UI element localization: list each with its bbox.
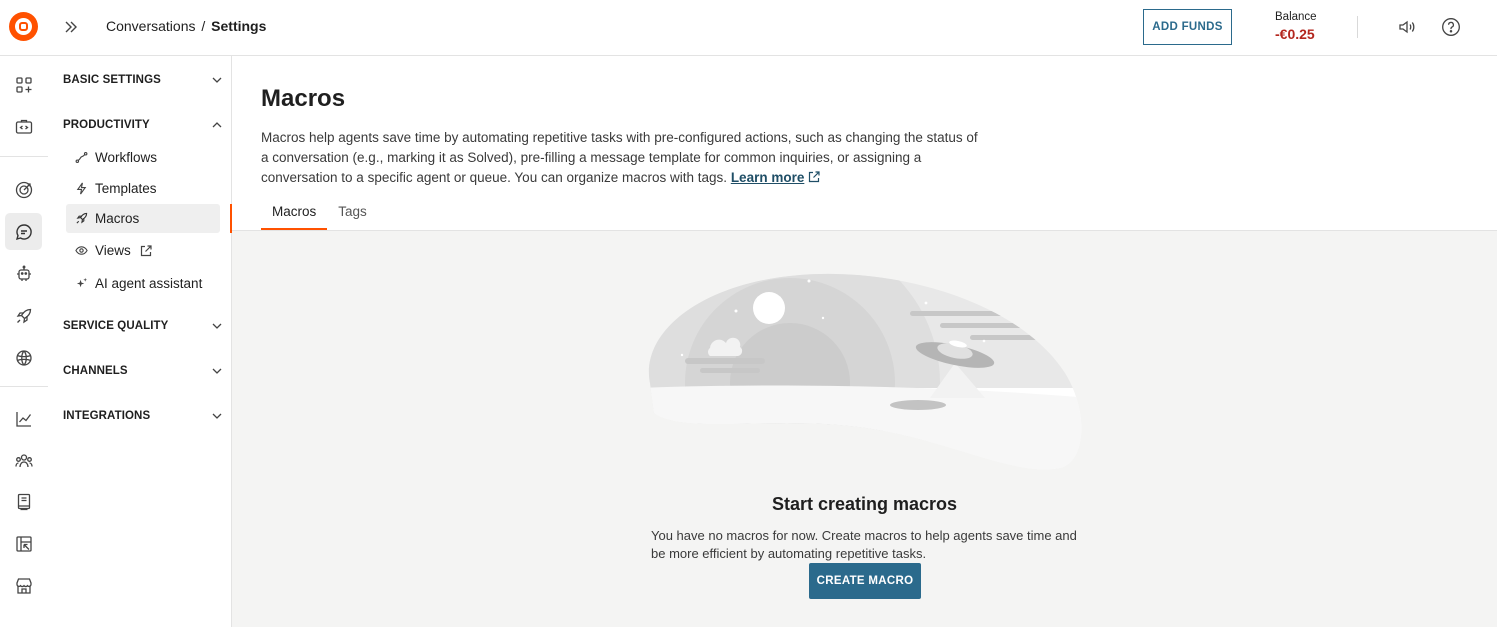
nav-section-label: SERVICE QUALITY xyxy=(63,320,169,332)
tab-macros[interactable]: Macros xyxy=(261,202,328,230)
notebook-icon[interactable] xyxy=(5,483,42,520)
nav-section-service-quality[interactable]: SERVICE QUALITY xyxy=(63,316,223,336)
create-macro-button[interactable]: CREATE MACRO xyxy=(809,563,921,599)
rail-divider xyxy=(0,386,48,387)
empty-state-title: Start creating macros xyxy=(771,494,958,514)
eye-icon xyxy=(74,244,88,258)
contacts-icon[interactable] xyxy=(5,442,42,479)
nav-section-productivity[interactable]: PRODUCTIVITY xyxy=(63,115,223,135)
balance-widget: Balance -€0.25 xyxy=(1275,11,1317,42)
empty-state-illustration xyxy=(640,263,1089,477)
help-icon[interactable] xyxy=(1441,17,1461,37)
balance-label: Balance xyxy=(1275,11,1317,23)
tab-bar: Macros Tags xyxy=(261,202,378,230)
nav-item-workflows[interactable]: Workflows xyxy=(66,143,220,172)
ai-icon[interactable] xyxy=(5,339,42,376)
divider xyxy=(1357,16,1358,38)
breadcrumb-separator: / xyxy=(201,18,206,34)
developer-icon[interactable] xyxy=(5,108,42,145)
page-title: Macros xyxy=(261,85,346,112)
nav-section-basic-settings[interactable]: BASIC SETTINGS xyxy=(63,70,223,90)
breadcrumb-current: Settings xyxy=(211,18,267,34)
analytics-icon[interactable] xyxy=(5,400,42,437)
workflow-icon xyxy=(74,151,88,165)
nav-item-label: Views xyxy=(95,243,131,258)
chevron-down-icon xyxy=(212,413,222,419)
nav-item-label: Workflows xyxy=(95,150,158,165)
nav-section-label: PRODUCTIVITY xyxy=(63,119,150,131)
settings-nav: BASIC SETTINGS PRODUCTIVITY Workflows Te… xyxy=(48,56,232,627)
empty-state-description: You have no macros for now. Create macro… xyxy=(651,528,1077,561)
speaker-icon[interactable] xyxy=(1397,17,1417,37)
rocket-icon[interactable] xyxy=(5,297,42,334)
tab-tags[interactable]: Tags xyxy=(327,202,378,230)
top-bar: Conversations / Settings ADD FUNDS Balan… xyxy=(0,0,1497,56)
apps-add-icon[interactable] xyxy=(5,66,42,103)
breadcrumb-parent[interactable]: Conversations xyxy=(106,18,196,34)
app-logo[interactable] xyxy=(9,12,38,41)
chevron-down-icon xyxy=(212,368,222,374)
nav-item-ai-agent-assistant[interactable]: AI agent assistant xyxy=(66,269,220,298)
nav-section-label: INTEGRATIONS xyxy=(63,410,151,422)
nav-section-label: CHANNELS xyxy=(63,365,128,377)
breadcrumb: Conversations / Settings xyxy=(106,18,266,34)
reports-icon[interactable] xyxy=(5,525,42,562)
nav-section-integrations[interactable]: INTEGRATIONS xyxy=(63,406,223,426)
sparkle-icon xyxy=(74,277,88,291)
learn-more-link[interactable]: Learn more xyxy=(731,170,805,185)
expand-sidebar-icon[interactable] xyxy=(62,18,80,36)
lightning-icon xyxy=(74,182,88,196)
nav-item-templates[interactable]: Templates xyxy=(66,174,220,203)
rail-divider xyxy=(0,156,48,157)
nav-section-channels[interactable]: CHANNELS xyxy=(63,361,223,381)
external-link-icon xyxy=(140,244,152,256)
nav-item-macros[interactable]: Macros xyxy=(66,204,220,233)
balance-value: -€0.25 xyxy=(1275,26,1315,42)
target-icon[interactable] xyxy=(5,171,42,208)
nav-item-label: Macros xyxy=(95,211,140,226)
page-description: Macros help agents save time by automati… xyxy=(261,128,981,188)
nav-item-label: Templates xyxy=(95,181,157,196)
description-text: Macros help agents save time by automati… xyxy=(261,130,978,185)
main-content: Macros Macros help agents save time by a… xyxy=(232,56,1497,627)
empty-state-panel: Start creating macros You have no macros… xyxy=(232,230,1497,627)
nav-item-views[interactable]: Views xyxy=(66,236,220,265)
chat-icon[interactable] xyxy=(5,213,42,250)
chevron-down-icon xyxy=(212,77,222,83)
external-link-icon[interactable] xyxy=(807,170,821,184)
nav-item-label: AI agent assistant xyxy=(95,276,203,291)
add-funds-button[interactable]: ADD FUNDS xyxy=(1143,9,1232,45)
chevron-down-icon xyxy=(212,323,222,329)
nav-section-label: BASIC SETTINGS xyxy=(63,74,161,86)
chevron-up-icon xyxy=(212,122,222,128)
store-icon[interactable] xyxy=(5,567,42,604)
rocket-icon xyxy=(74,212,88,226)
bot-icon[interactable] xyxy=(5,255,42,292)
icon-rail xyxy=(0,56,48,627)
